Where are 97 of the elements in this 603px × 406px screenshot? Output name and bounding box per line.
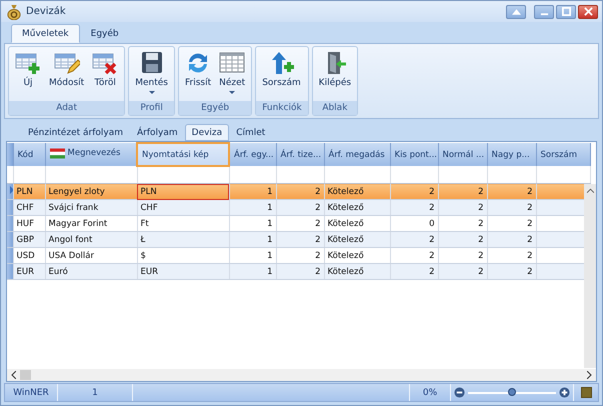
group-label: Funkciók — [256, 101, 308, 115]
table-cell: 2 — [438, 232, 487, 248]
table-cell: Kötelező — [324, 232, 390, 248]
table-cell: PLN — [13, 184, 45, 200]
ribbon-tab[interactable]: Műveletek — [11, 24, 80, 43]
column-header[interactable]: Árf. megadás — [324, 143, 390, 166]
table-cell: 2 — [390, 232, 438, 248]
group-label: Adat — [9, 101, 124, 115]
table-cell: PLN — [137, 184, 229, 200]
table-cell: 2 — [438, 200, 487, 216]
table-cell: 1 — [229, 232, 276, 248]
ribbon-button[interactable]: Módosít — [46, 49, 88, 101]
column-header[interactable]: Árf. egy... — [229, 143, 276, 166]
table-cell: Kötelező — [324, 200, 390, 216]
status-app-name: WinNER — [5, 384, 58, 401]
table-cell: Euró — [45, 264, 137, 280]
ribbon-button[interactable]: Sorszám — [259, 49, 304, 101]
table-cell: EUR — [137, 264, 229, 280]
row-indicator[interactable] — [7, 184, 13, 200]
row-indicator[interactable] — [7, 248, 13, 264]
table-icon — [219, 51, 246, 75]
table-cell: 2 — [487, 264, 536, 280]
triangle-up-icon — [512, 8, 520, 14]
column-header[interactable]: Árf. tize... — [276, 143, 324, 166]
zoom-out-icon[interactable] — [454, 387, 465, 398]
column-header[interactable]: Megnevezés — [45, 143, 137, 166]
table-cell: CHF — [137, 200, 229, 216]
table-cell: Ł — [137, 232, 229, 248]
maximize-button[interactable] — [556, 4, 576, 18]
minimize-button[interactable] — [534, 4, 554, 18]
grid-pencil-icon — [54, 51, 80, 75]
table-cell: 2 — [487, 232, 536, 248]
group-label: Ablak — [312, 101, 358, 115]
table-cell: 2 — [276, 232, 324, 248]
table-cell: CHF — [13, 200, 45, 216]
view-tab[interactable]: Árfolyam — [130, 124, 185, 141]
view-tab[interactable]: Deviza — [184, 124, 230, 141]
status-indicator-icon — [580, 387, 592, 398]
ribbon-button[interactable]: Töröl — [89, 49, 122, 101]
table-cell: EUR — [13, 264, 45, 280]
maximize-icon — [562, 7, 570, 16]
table-cell: Angol font — [45, 232, 137, 248]
ribbon-tab[interactable]: Egyéb — [80, 24, 130, 43]
column-header[interactable]: Normál ... — [438, 143, 487, 166]
table-cell: 2 — [390, 184, 438, 200]
zoom-reading: 0% — [410, 384, 451, 401]
table-cell: Kötelező — [324, 264, 390, 280]
caret-icon — [229, 91, 236, 94]
group-label: Profil — [129, 101, 174, 115]
table-cell: 2 — [390, 200, 438, 216]
caret-icon — [148, 91, 155, 94]
table-cell: 1 — [229, 200, 276, 216]
column-header[interactable]: Sorszám — [536, 143, 590, 166]
ribbon-toggle-button[interactable] — [506, 4, 526, 18]
column-header[interactable]: Nyomtatási kép — [137, 143, 229, 166]
table-cell: 2 — [438, 264, 487, 280]
close-button[interactable] — [578, 4, 598, 18]
table-cell: Svájci frank — [45, 200, 137, 216]
table-cell: Lengyel zloty — [45, 184, 137, 200]
zoom-in-icon[interactable] — [559, 387, 570, 398]
table-cell: 2 — [276, 264, 324, 280]
column-header[interactable]: Kód — [13, 143, 45, 166]
row-indicator[interactable] — [7, 200, 13, 216]
window-title: Devizák — [26, 6, 66, 17]
column-header[interactable]: Nagy p... — [487, 143, 536, 166]
ribbon-button[interactable]: Nézet — [216, 49, 248, 101]
scroll-thumb[interactable] — [20, 370, 31, 380]
table-cell: GBP — [13, 232, 45, 248]
table-cell: 2 — [390, 264, 438, 280]
grid-plus-icon — [15, 51, 41, 75]
group-label: Egyéb — [178, 101, 252, 115]
table-cell: 2 — [487, 184, 536, 200]
view-tab[interactable]: Pénzintézet árfolyam — [21, 124, 130, 141]
vertical-scrollbar[interactable] — [584, 184, 596, 368]
flag-icon — [50, 148, 64, 158]
grid-cross-icon — [92, 51, 118, 75]
table-cell: 2 — [276, 200, 324, 216]
table-cell: Kötelező — [324, 184, 390, 200]
view-tab[interactable]: Címlet — [229, 124, 272, 141]
table-cell: 1 — [229, 264, 276, 280]
row-indicator[interactable] — [7, 264, 13, 280]
table-cell: 2 — [276, 184, 324, 200]
scroll-right-icon[interactable] — [587, 371, 592, 379]
table-cell: 2 — [438, 184, 487, 200]
table-cell: 2 — [487, 200, 536, 216]
ribbon-button[interactable]: Frissít — [182, 49, 214, 101]
row-indicator[interactable] — [7, 232, 13, 248]
table-cell: 1 — [229, 184, 276, 200]
row-indicator[interactable] — [7, 216, 13, 232]
ribbon-button[interactable]: Mentés — [132, 49, 171, 101]
status-record-count: 1 — [58, 384, 133, 401]
ribbon-button[interactable]: Kilépés — [316, 49, 354, 101]
close-icon — [584, 7, 592, 16]
ribbon-button[interactable]: Új — [12, 49, 44, 101]
column-header[interactable]: Kis pont... — [390, 143, 438, 166]
scroll-up-icon[interactable] — [586, 188, 594, 193]
scroll-left-icon[interactable] — [11, 371, 16, 379]
